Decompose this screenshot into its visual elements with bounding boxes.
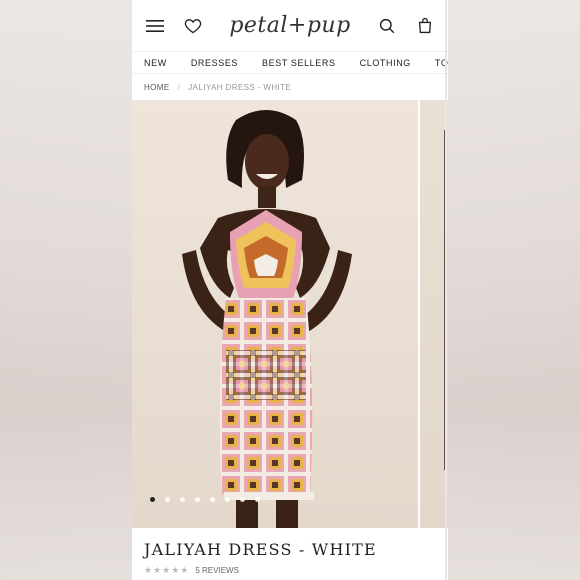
gallery-dot[interactable] xyxy=(165,497,170,502)
nav-item-dresses[interactable]: DRESSES xyxy=(179,58,250,68)
scrollbar[interactable] xyxy=(445,0,447,580)
breadcrumb-separator: / xyxy=(177,82,181,92)
site-header: petal+pup xyxy=(132,0,448,52)
gallery-dot[interactable] xyxy=(195,497,200,502)
next-photo-peek[interactable] xyxy=(418,100,448,528)
gallery-dot[interactable] xyxy=(225,497,230,502)
breadcrumb-home[interactable]: HOME xyxy=(144,83,170,92)
gallery-dot[interactable] xyxy=(150,497,155,502)
product-title: JALIYAH DRESS - WHITE xyxy=(144,540,377,559)
breadcrumb: HOME / JALIYAH DRESS - WHITE xyxy=(132,74,448,100)
brand-logo[interactable]: petal+pup xyxy=(229,13,350,38)
star-rating-icon: ★★★★★ xyxy=(144,565,190,575)
gallery-dot[interactable] xyxy=(255,497,260,502)
reviews-count[interactable]: 5 REVIEWS xyxy=(195,566,239,575)
nav-item-new[interactable]: NEW xyxy=(132,58,179,68)
gallery-pagination xyxy=(150,497,260,502)
product-rating[interactable]: ★★★★★ 5 REVIEWS xyxy=(144,565,436,576)
breadcrumb-current: JALIYAH DRESS - WHITE xyxy=(188,82,292,92)
shopping-bag-icon[interactable] xyxy=(414,15,436,37)
heart-icon[interactable] xyxy=(182,15,204,37)
category-nav: NEW DRESSES BEST SELLERS CLOTHING TOPS xyxy=(132,52,448,74)
mobile-product-page: petal+pup NEW DRESSES BEST SELLERS CLOTH… xyxy=(132,0,448,580)
background-blur-left xyxy=(0,0,132,580)
nav-item-best-sellers[interactable]: BEST SELLERS xyxy=(250,58,348,68)
gallery-dot[interactable] xyxy=(180,497,185,502)
product-image-gallery[interactable] xyxy=(132,100,448,528)
hamburger-menu-icon[interactable] xyxy=(144,15,166,37)
product-info: JALIYAH DRESS - WHITE ★★★★★ 5 REVIEWS xyxy=(132,528,448,576)
background-blur-right xyxy=(448,0,580,580)
nav-item-clothing[interactable]: CLOTHING xyxy=(348,58,423,68)
gallery-dot[interactable] xyxy=(210,497,215,502)
gallery-dot[interactable] xyxy=(240,497,245,502)
search-icon[interactable] xyxy=(376,15,398,37)
product-photo[interactable] xyxy=(132,100,416,528)
